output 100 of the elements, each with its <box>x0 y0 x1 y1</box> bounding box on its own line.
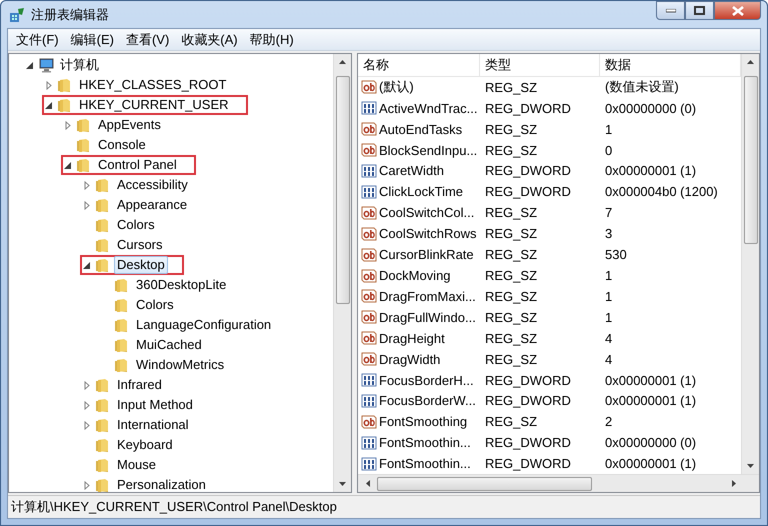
tree-item[interactable]: 360DesktopLite <box>133 276 230 294</box>
tree-item[interactable]: Desktop <box>114 256 168 274</box>
minimize-button[interactable] <box>656 1 685 20</box>
folder-icon <box>95 417 111 433</box>
table-cell-text: REG_SZ <box>484 330 538 346</box>
expanded-arrow-icon[interactable] <box>82 260 93 270</box>
column-header[interactable]: 类型 <box>480 54 600 76</box>
tree-item[interactable]: Personalization <box>114 476 209 492</box>
table-cell-text: REG_SZ <box>484 310 538 325</box>
folder-icon <box>114 317 130 333</box>
folder-icon <box>95 377 111 393</box>
folder-icon <box>95 197 111 213</box>
expanded-arrow-icon[interactable] <box>25 60 36 70</box>
expanded-arrow-icon[interactable] <box>44 100 55 110</box>
folder-icon <box>57 77 73 93</box>
tree-item[interactable]: Console <box>95 136 149 154</box>
folder-icon <box>95 437 111 453</box>
binary-value-icon <box>361 162 377 179</box>
table-cell-text: REG_SZ <box>484 247 538 262</box>
value-name[interactable]: FontSmoothin... <box>379 456 471 472</box>
menu-item[interactable]: 文件(F) <box>10 30 65 48</box>
column-header[interactable]: 名称 <box>358 54 480 76</box>
tree-item[interactable]: HKEY_CLASSES_ROOT <box>76 76 230 94</box>
binary-value-icon <box>361 434 377 451</box>
menu-item[interactable]: 帮助(H) <box>244 30 300 48</box>
string-value-icon <box>361 121 377 138</box>
table-cell-text: 530 <box>604 247 628 262</box>
string-value-icon <box>361 414 377 430</box>
table-cell-text: 1 <box>604 268 614 283</box>
table-cell-text: REG_SZ <box>484 122 538 137</box>
value-name[interactable]: ActiveWndTrac... <box>379 100 478 116</box>
vertical-scrollbar[interactable] <box>333 54 351 492</box>
value-name[interactable]: DockMoving <box>379 268 451 283</box>
scrollbar-thumb[interactable] <box>336 76 350 304</box>
folder-icon <box>76 137 92 153</box>
value-name[interactable]: (默认) <box>379 78 414 96</box>
table-cell-text: REG_DWORD <box>484 184 572 200</box>
vertical-scrollbar[interactable] <box>741 54 759 474</box>
tree-item[interactable]: Keyboard <box>114 436 176 454</box>
string-value-icon <box>361 268 377 284</box>
table-cell-text: REG_SZ <box>484 226 538 242</box>
folder-icon <box>95 177 111 193</box>
value-name[interactable]: FontSmoothing <box>379 414 468 430</box>
tree-item[interactable]: Infrared <box>114 376 165 394</box>
value-name[interactable]: CoolSwitchRows <box>379 226 477 242</box>
folder-icon <box>76 117 92 133</box>
tree-item[interactable]: Colors <box>114 216 158 234</box>
value-name[interactable]: DragFullWindo... <box>379 310 476 325</box>
tree-item[interactable]: MuiCached <box>133 336 205 354</box>
tree-item[interactable]: HKEY_CURRENT_USER <box>76 96 232 114</box>
string-value-icon <box>361 142 377 158</box>
table-cell-text: REG_SZ <box>484 80 538 95</box>
value-name[interactable]: FontSmoothin... <box>379 435 471 450</box>
menu-item[interactable]: 查看(V) <box>120 30 176 48</box>
tree-item[interactable]: AppEvents <box>95 116 164 134</box>
tree-item[interactable]: Control Panel <box>95 156 180 174</box>
status-bar: 计算机\HKEY_CURRENT_USER\Control Panel\Desktop <box>8 495 760 518</box>
folder-icon <box>95 217 111 233</box>
string-value-icon <box>361 204 377 221</box>
value-name[interactable]: FocusBorderW... <box>379 393 476 408</box>
close-button[interactable] <box>714 1 761 20</box>
value-name[interactable]: DragWidth <box>379 352 440 367</box>
tree-item[interactable]: Cursors <box>114 236 166 254</box>
expanded-arrow-icon[interactable] <box>63 160 74 170</box>
value-name[interactable]: ClickLockTime <box>379 184 464 200</box>
tree-item[interactable]: International <box>114 416 192 434</box>
value-name[interactable]: CaretWidth <box>379 163 444 178</box>
folder-icon <box>114 357 130 373</box>
table-cell-text: REG_SZ <box>484 268 538 283</box>
value-name[interactable]: CoolSwitchCol... <box>379 205 474 220</box>
value-name[interactable]: CursorBlinkRate <box>379 247 474 262</box>
minimize-icon <box>666 8 676 12</box>
value-name[interactable]: FocusBorderH... <box>379 372 474 388</box>
menu-item[interactable]: 收藏夹(A) <box>175 30 244 48</box>
scrollbar-thumb[interactable] <box>744 76 758 244</box>
tree-item[interactable]: Mouse <box>114 456 160 474</box>
scrollbar-thumb[interactable] <box>377 476 592 490</box>
tree-item[interactable]: 计算机 <box>57 56 102 74</box>
string-value-icon <box>361 330 377 346</box>
close-icon <box>732 6 744 16</box>
tree-item[interactable]: Appearance <box>114 196 190 214</box>
tree-item[interactable]: Colors <box>133 296 177 314</box>
table-cell-text: 0x00000001 (1) <box>604 372 698 388</box>
tree-item[interactable]: Input Method <box>114 396 196 414</box>
value-name[interactable]: AutoEndTasks <box>379 122 462 137</box>
tree-item[interactable]: Accessibility <box>114 176 191 194</box>
folder-icon <box>95 237 111 253</box>
tree-item[interactable]: LanguageConfiguration <box>133 316 274 334</box>
value-name[interactable]: DragHeight <box>379 330 445 346</box>
menu-item[interactable]: 编辑(E) <box>64 30 120 48</box>
table-cell-text: REG_DWORD <box>484 372 572 388</box>
maximize-button[interactable] <box>685 1 714 20</box>
value-name[interactable]: DragFromMaxi... <box>379 288 476 304</box>
table-cell-text: 0x00000000 (0) <box>604 100 698 116</box>
folder-icon <box>114 337 130 353</box>
string-value-icon <box>361 309 377 326</box>
table-cell-text: REG_SZ <box>484 142 538 158</box>
value-name[interactable]: BlockSendInpu... <box>379 142 478 158</box>
tree-item[interactable]: WindowMetrics <box>133 356 228 374</box>
binary-value-icon <box>361 372 377 388</box>
